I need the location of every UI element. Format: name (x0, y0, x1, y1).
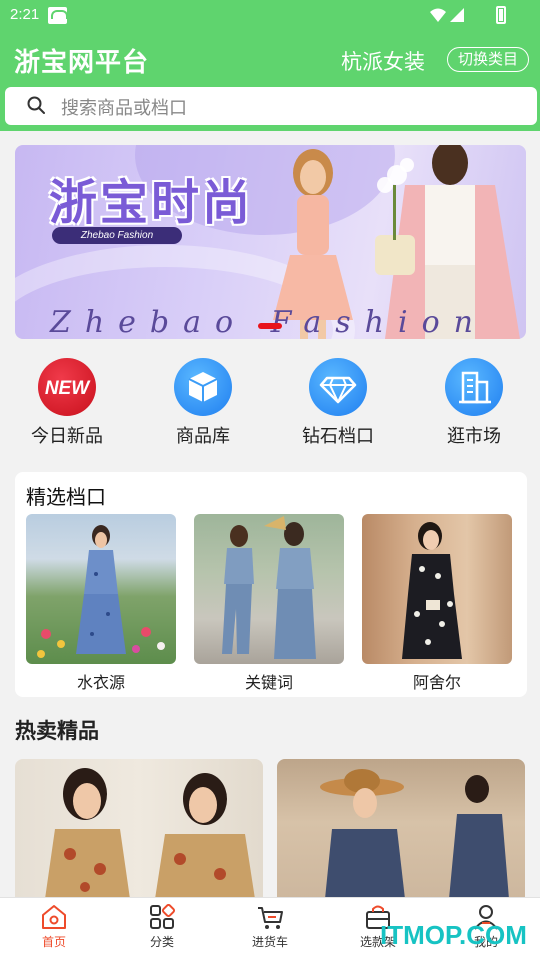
page-title: 浙宝网平台 (14, 48, 150, 78)
promo-banner[interactable]: 浙宝时尚 Zhebao Fashion Zhebao Fashion (15, 145, 526, 339)
stall-name: 关键词 (244, 673, 293, 692)
quick-item-label: 钻石档口 (302, 426, 374, 447)
quick-item-label: 今日新品 (31, 426, 103, 447)
stall-image (26, 514, 176, 664)
tab-label: 进货车 (251, 935, 288, 949)
tab-label: 分类 (149, 935, 174, 949)
search-icon (27, 96, 45, 114)
quick-item-products[interactable]: 商品库 (148, 358, 258, 448)
quick-menu: NEW 今日新品 商品库 钻石档口 逛市场 (0, 358, 540, 453)
stall-card[interactable]: 关键词 (194, 514, 344, 693)
section-title: 热卖精品 (15, 719, 99, 743)
product-image (320, 769, 509, 899)
stall-image (362, 514, 512, 664)
banner-script-text: Zhebao Fashion (50, 305, 487, 339)
stall-card[interactable]: 水衣源 (26, 514, 176, 693)
banner-tag: Zhebao Fashion (52, 227, 182, 244)
quick-item-new[interactable]: NEW 今日新品 (12, 358, 122, 448)
search-input[interactable]: 搜索商品或档口 (61, 94, 187, 120)
status-time: 2:21 (10, 6, 40, 23)
current-category: 杭派女装 (341, 50, 425, 74)
svg-text:NEW: NEW (45, 378, 91, 399)
status-bar: 2:21 (0, 0, 540, 32)
stall-name: 阿舍尔 (412, 673, 461, 692)
switch-category-button[interactable]: 切换类目 (447, 47, 529, 72)
box-icon (174, 358, 232, 416)
stall-card[interactable]: 阿舍尔 (362, 514, 512, 693)
home-icon (42, 905, 66, 929)
building-icon (445, 358, 503, 416)
product-card[interactable] (277, 759, 525, 899)
tab-home[interactable]: 首页 (14, 904, 94, 950)
product-card[interactable] (15, 759, 263, 899)
app-notification-icon (48, 7, 68, 24)
featured-stalls: 精选档口 水衣源 关键词 阿舍尔 (15, 472, 527, 697)
diamond-icon (309, 358, 367, 416)
battery-icon (496, 6, 506, 24)
category-icon (150, 904, 176, 929)
product-image (45, 768, 255, 899)
quick-item-market[interactable]: 逛市场 (419, 358, 529, 448)
quick-item-label: 逛市场 (447, 426, 501, 447)
stall-name: 水衣源 (76, 673, 125, 692)
search-bar[interactable]: 搜索商品或档口 (5, 87, 537, 125)
quick-item-label: 商品库 (176, 426, 230, 447)
stall-image (194, 514, 344, 664)
cart-icon (258, 907, 283, 929)
banner-indicator[interactable] (258, 323, 282, 329)
quick-item-diamond[interactable]: 钻石档口 (283, 358, 393, 448)
new-badge-icon: NEW (38, 358, 96, 416)
tab-category[interactable]: 分类 (122, 904, 202, 950)
tab-label: 首页 (41, 935, 66, 949)
section-title: 精选档口 (26, 485, 106, 509)
signal-icons (430, 8, 464, 22)
tab-cart[interactable]: 进货车 (230, 904, 310, 950)
banner-headline: 浙宝时尚 (49, 175, 254, 231)
app-header: 2:21 浙宝网平台 杭派女装 切换类目 搜索商品或档口 (0, 0, 540, 131)
watermark: ITMOP.COM (380, 920, 527, 950)
